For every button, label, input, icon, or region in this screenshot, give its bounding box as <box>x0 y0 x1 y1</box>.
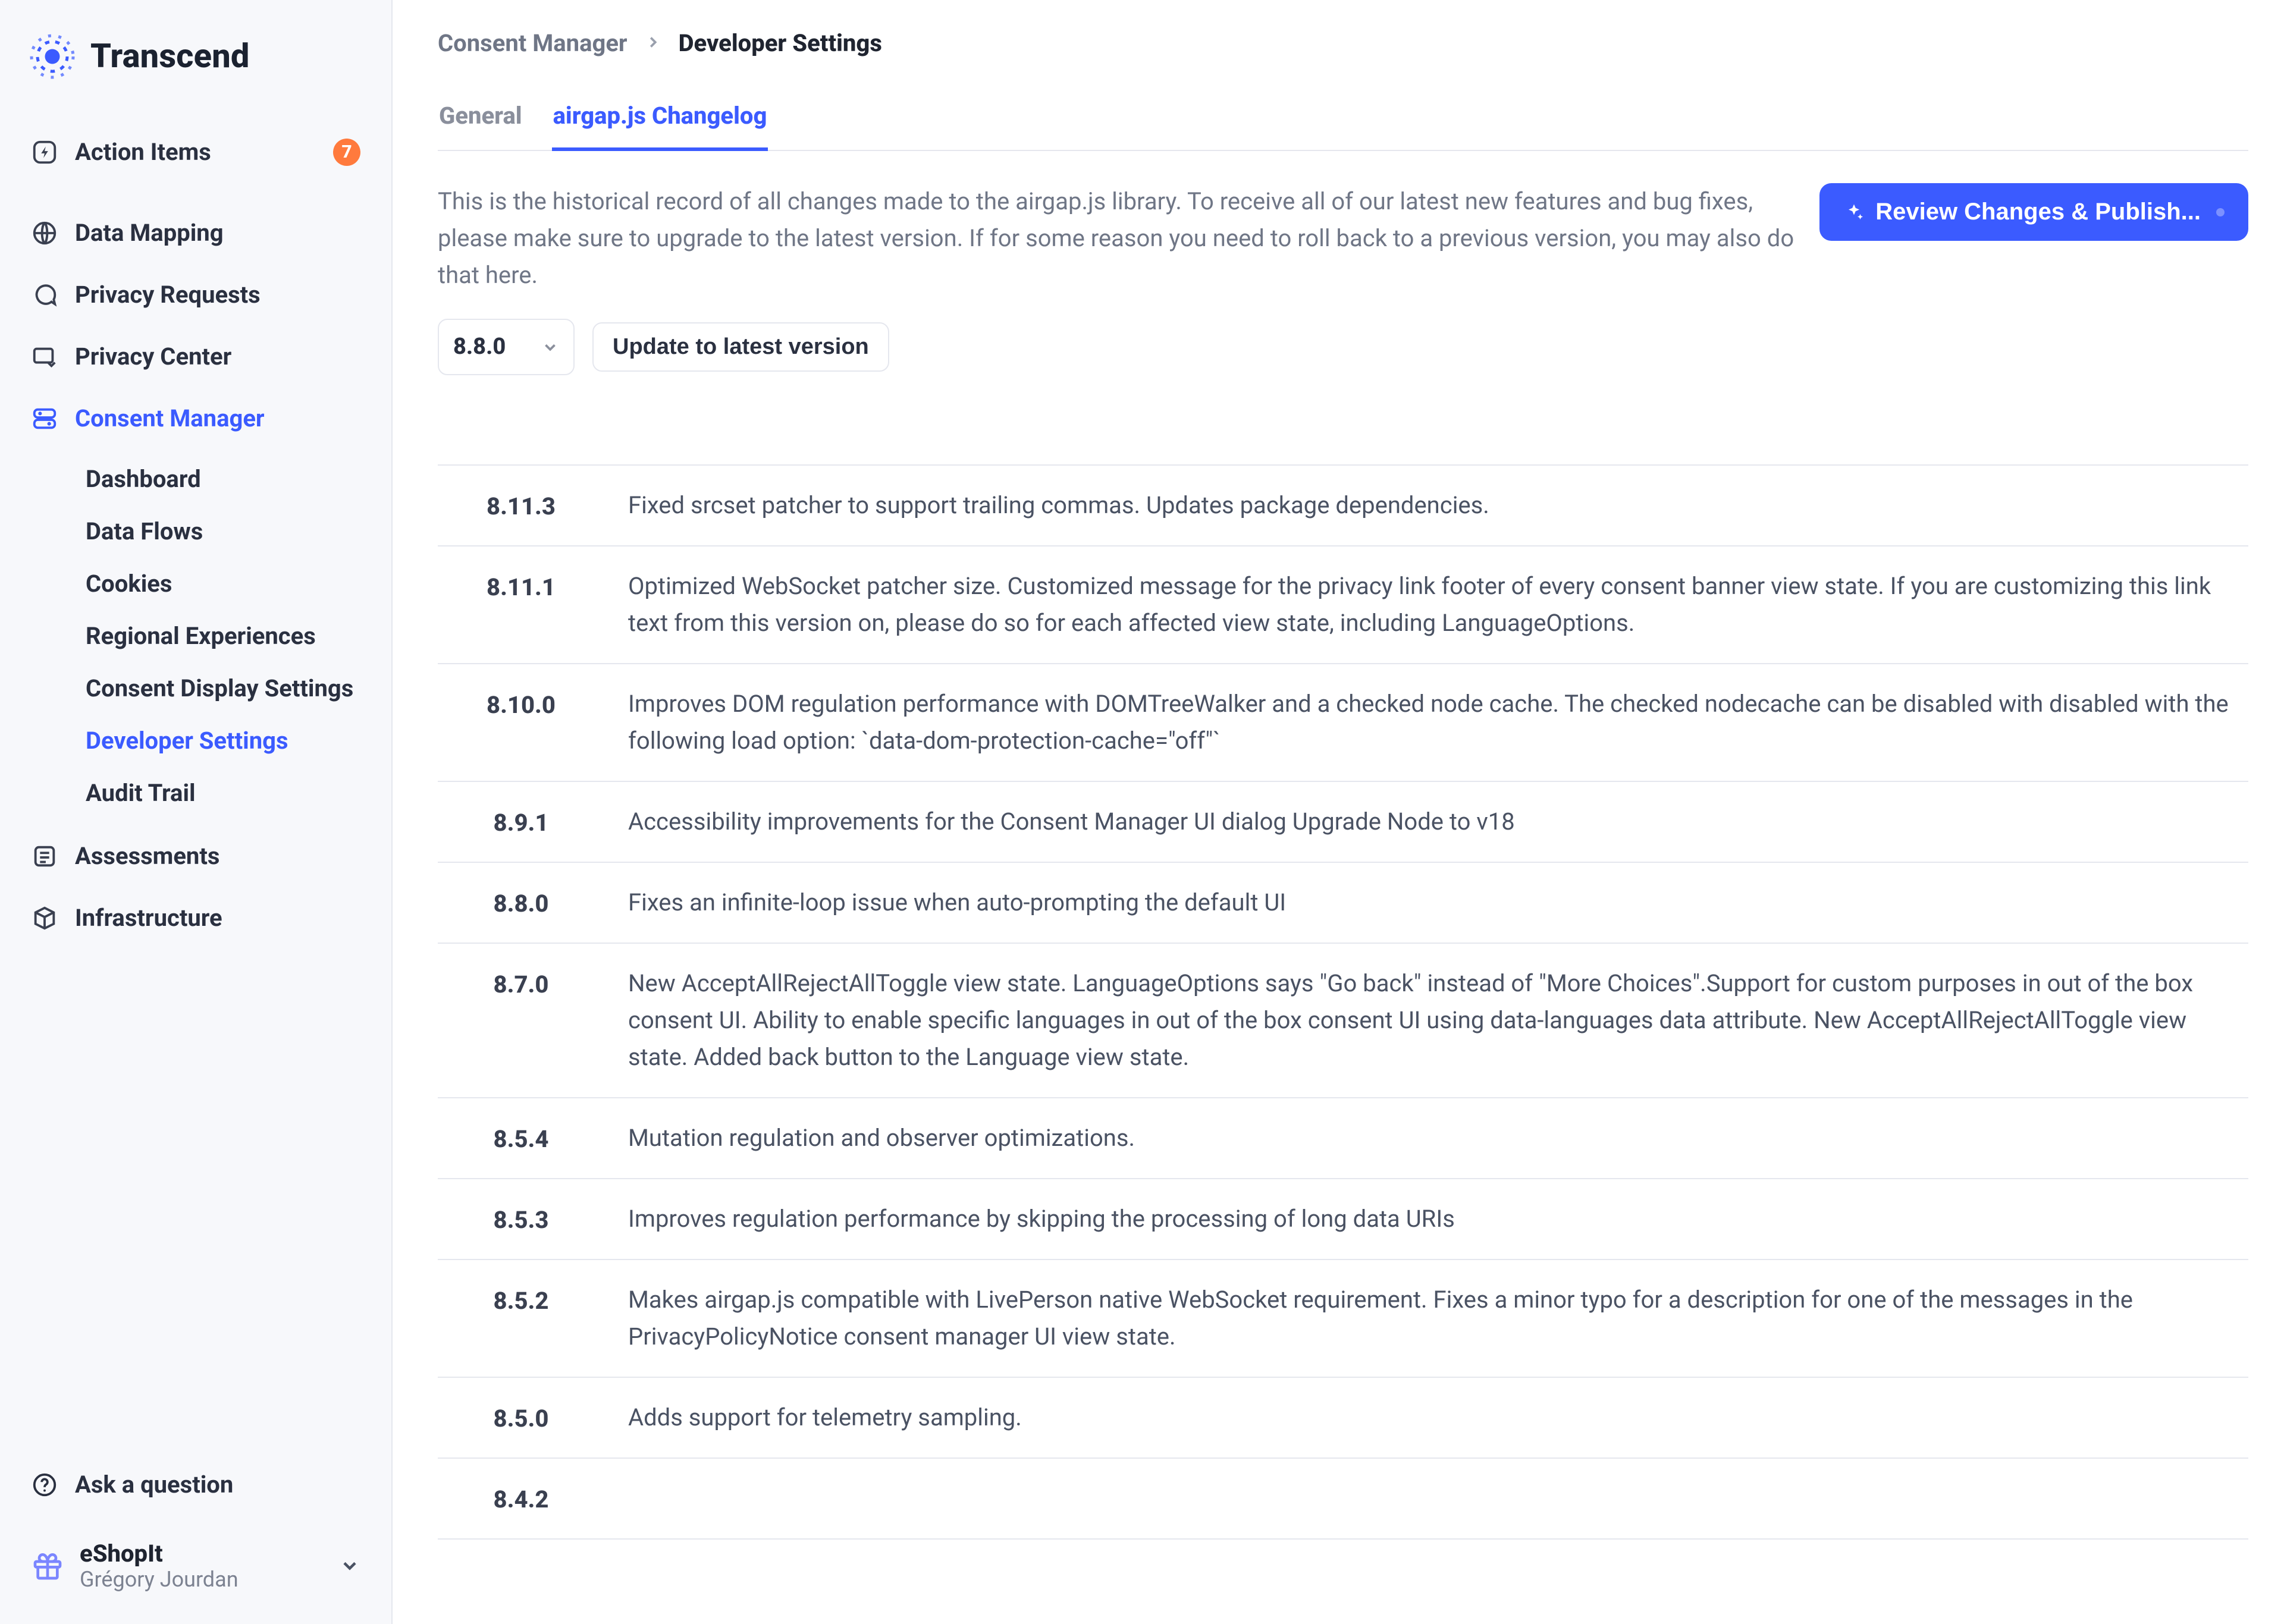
table-row: 8.11.3 Fixed srcset patcher to support tr… <box>438 466 2248 546</box>
subnav-data-flows[interactable]: Data Flows <box>80 506 369 557</box>
table-row: 8.5.4 Mutation regulation and observer op… <box>438 1098 2248 1179</box>
nav-privacy-requests[interactable]: Privacy Requests <box>23 265 369 325</box>
chevron-down-icon <box>541 338 559 356</box>
version-cell: 8.5.3 <box>438 1201 604 1237</box>
version-cell: 8.11.1 <box>438 568 604 642</box>
nav-consent-manager[interactable]: Consent Manager <box>23 388 369 449</box>
org-user: Grégory Jourdan <box>80 1568 239 1592</box>
org-switcher[interactable]: eShopIt Grégory Jourdan <box>23 1528 369 1604</box>
ask-label: Ask a question <box>75 1468 233 1502</box>
nav-label: Data Mapping <box>75 216 224 250</box>
cta-label: Review Changes & Publish... <box>1875 199 2201 225</box>
table-row: 8.5.3 Improves regulation performance by … <box>438 1179 2248 1260</box>
gift-icon <box>31 1549 64 1582</box>
notes-cell: Mutation regulation and observer optimiz… <box>628 1120 2248 1157</box>
cube-icon <box>31 904 58 932</box>
version-cell: 8.7.0 <box>438 965 604 1076</box>
primary-nav: Action Items 7 Data Mapping Privacy Requ… <box>23 122 369 948</box>
notes-cell: Improves DOM regulation performance with… <box>628 686 2248 759</box>
brand-name: Transcend <box>90 32 250 80</box>
breadcrumb: Consent Manager Developer Settings <box>438 26 2248 61</box>
table-row: 8.8.0 Fixes an infinite-loop issue when a… <box>438 863 2248 944</box>
notes-cell: Improves regulation performance by skipp… <box>628 1201 2248 1237</box>
sparkle-icon <box>1843 202 1865 223</box>
version-cell: 8.9.1 <box>438 803 604 840</box>
notes-cell: New AcceptAllRejectAllToggle view state.… <box>628 965 2248 1076</box>
tabs: General airgap.js Changelog <box>438 84 2248 151</box>
subnav-audit-trail[interactable]: Audit Trail <box>80 768 369 819</box>
version-select-value: 8.8.0 <box>453 331 506 363</box>
version-cell: 8.5.0 <box>438 1399 604 1436</box>
card-arrow-icon <box>31 343 58 370</box>
nav-label: Action Items <box>75 135 211 169</box>
version-cell: 8.11.3 <box>438 487 604 524</box>
chat-icon <box>31 281 58 309</box>
nav-label: Privacy Center <box>75 340 231 374</box>
brand[interactable]: Transcend <box>29 32 369 80</box>
table-row: 8.5.0 Adds support for telemetry sampling… <box>438 1378 2248 1459</box>
toggle-grid-icon <box>31 405 58 432</box>
bolt-badge-icon <box>31 139 58 166</box>
table-row: 8.7.0New AcceptAllRejectAllToggle view s… <box>438 944 2248 1098</box>
tab-airgap-changelog[interactable]: airgap.js Changelog <box>552 84 768 151</box>
notes-cell: Optimized WebSocket patcher size. Custom… <box>628 568 2248 642</box>
version-select[interactable]: 8.8.0 <box>438 319 575 375</box>
update-latest-button[interactable]: Update to latest version <box>592 322 889 372</box>
review-publish-button[interactable]: Review Changes & Publish... <box>1819 183 2248 241</box>
page-description: This is the historical record of all cha… <box>438 183 1798 294</box>
nav-label: Assessments <box>75 839 219 874</box>
consent-subnav: Dashboard Data Flows Cookies Regional Ex… <box>80 454 369 819</box>
version-cell: 8.4.2 <box>438 1480 604 1517</box>
brand-logo-icon <box>29 33 76 80</box>
ask-a-question[interactable]: Ask a question <box>23 1458 369 1512</box>
table-row: 8.4.2 <box>438 1459 2248 1540</box>
table-row: 8.10.0 Improves DOM regulation performanc… <box>438 664 2248 782</box>
subnav-consent-display-settings[interactable]: Consent Display Settings <box>80 663 369 714</box>
table-row: 8.9.1 Accessibility improvements for the … <box>438 782 2248 863</box>
status-dot-icon <box>2216 208 2225 216</box>
page-intro: This is the historical record of all cha… <box>438 183 2248 294</box>
nav-assessments[interactable]: Assessments <box>23 826 369 887</box>
nav-privacy-center[interactable]: Privacy Center <box>23 326 369 387</box>
nav-label: Infrastructure <box>75 901 222 935</box>
chevron-down-icon <box>339 1555 360 1576</box>
main: Consent Manager Developer Settings Gener… <box>393 0 2284 1624</box>
breadcrumb-parent[interactable]: Consent Manager <box>438 26 628 61</box>
subnav-dashboard[interactable]: Dashboard <box>80 454 369 505</box>
notes-cell: Fixes an infinite-loop issue when auto-p… <box>628 884 2248 921</box>
version-cell: 8.5.2 <box>438 1281 604 1355</box>
version-cell: 8.5.4 <box>438 1120 604 1157</box>
notes-cell: Adds support for telemetry sampling. <box>628 1399 2248 1436</box>
tab-general[interactable]: General <box>438 84 523 151</box>
org-name: eShopIt <box>80 1540 239 1568</box>
notes-cell <box>628 1480 2248 1517</box>
sidebar: Transcend Action Items 7 Data Mapping <box>0 0 393 1624</box>
notes-cell: Fixed srcset patcher to support trailing… <box>628 487 2248 524</box>
globe-icon <box>31 219 58 247</box>
breadcrumb-current: Developer Settings <box>679 26 882 61</box>
clipboard-icon <box>31 843 58 870</box>
action-items-badge: 7 <box>333 139 360 166</box>
nav-label: Consent Manager <box>75 401 265 436</box>
nav-action-items[interactable]: Action Items 7 <box>23 122 369 183</box>
subnav-regional-experiences[interactable]: Regional Experiences <box>80 611 369 662</box>
notes-cell: Makes airgap.js compatible with LivePers… <box>628 1281 2248 1355</box>
notes-cell: Accessibility improvements for the Conse… <box>628 803 2248 840</box>
changelog-table: 8.11.3 Fixed srcset patcher to support tr… <box>438 464 2248 1540</box>
version-cell: 8.10.0 <box>438 686 604 759</box>
table-row: 8.11.1 Optimized WebSocket patcher size. … <box>438 546 2248 664</box>
subnav-developer-settings[interactable]: Developer Settings <box>80 715 369 767</box>
table-row: 8.5.2 Makes airgap.js compatible with Liv… <box>438 1260 2248 1378</box>
nav-data-mapping[interactable]: Data Mapping <box>23 203 369 263</box>
controls: 8.8.0 Update to latest version <box>438 319 2248 375</box>
nav-label: Privacy Requests <box>75 278 261 312</box>
version-cell: 8.8.0 <box>438 884 604 921</box>
nav-infrastructure[interactable]: Infrastructure <box>23 888 369 948</box>
chevron-right-icon <box>644 26 662 61</box>
subnav-cookies[interactable]: Cookies <box>80 558 369 610</box>
help-icon <box>31 1471 58 1499</box>
sidebar-footer: Ask a question eShopIt Grégory Jourdan <box>23 1458 369 1604</box>
